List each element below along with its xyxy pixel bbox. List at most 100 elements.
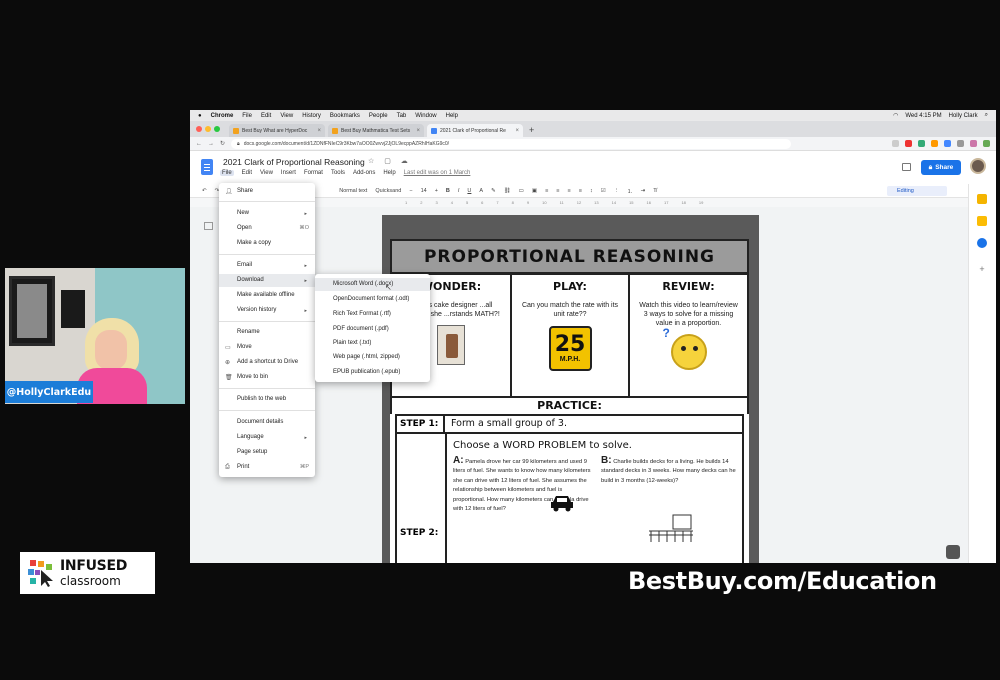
italic-button[interactable]: I [458,188,460,194]
extension-icon[interactable] [944,140,951,147]
keep-icon[interactable] [977,194,987,204]
extension-icon[interactable] [970,140,977,147]
extension-icon[interactable] [983,140,990,147]
outline-icon[interactable] [204,222,213,230]
extension-icon[interactable] [892,140,899,147]
download-pdf[interactable]: PDF document (.pdf) [333,326,389,332]
download-rtf[interactable]: Rich Text Format (.rtf) [333,311,391,317]
comment-icon[interactable] [902,163,911,171]
menu-file[interactable]: File [220,170,234,176]
maximize-window-button[interactable] [214,126,220,132]
menubar-people[interactable]: People [369,113,388,119]
download-odt[interactable]: OpenDocument format (.odt) [333,296,409,302]
share-button[interactable]: 🔒︎ Share [921,160,961,175]
menu-edit[interactable]: Edit [242,170,252,176]
numbered-list-icon[interactable]: ⒈ [627,187,633,195]
file-menu-email[interactable]: Email [237,262,252,268]
docs-logo-icon[interactable] [201,159,213,175]
menubar-view[interactable]: View [280,113,293,119]
menu-help[interactable]: Help [383,170,395,176]
justify-icon[interactable]: ≡ [579,188,582,194]
style-select[interactable]: Normal text [339,188,367,194]
line-spacing-icon[interactable]: ↕ [590,188,593,194]
back-icon[interactable]: ← [196,141,202,147]
menu-tools[interactable]: Tools [331,170,345,176]
align-center-icon[interactable]: ≡ [556,188,559,194]
browser-tab[interactable]: Best Buy Mathmatica Test Sets × [328,124,424,137]
link-icon[interactable]: ⛓ [504,188,511,194]
calendar-icon[interactable] [977,238,987,248]
menubar-tab[interactable]: Tab [397,113,407,119]
text-color-icon[interactable]: A [479,188,483,194]
add-addon-icon[interactable]: + [977,264,987,274]
file-menu-offline[interactable]: Make available offline [237,292,295,298]
font-size-input[interactable]: 14 [421,188,427,194]
new-tab-button[interactable]: + [529,124,534,137]
apple-icon[interactable]: ● [198,113,202,119]
menubar-history[interactable]: History [302,113,321,119]
align-left-icon[interactable]: ≡ [545,188,548,194]
file-menu-share[interactable]: Share [237,188,253,194]
extension-icon[interactable] [931,140,938,147]
explore-icon[interactable] [946,545,960,559]
close-tab-icon[interactable]: × [416,128,420,134]
menubar-user[interactable]: Holly Clark [949,113,978,119]
file-menu-move[interactable]: Move [237,344,252,350]
file-menu-print[interactable]: Print [237,464,249,470]
indent-icon[interactable]: ⇥ [641,188,646,194]
comment-add-icon[interactable]: ▭ [519,188,524,194]
last-edit-link[interactable]: Last edit was on 1 March [404,170,471,176]
font-size-increase[interactable]: + [435,188,438,194]
close-tab-icon[interactable]: × [317,128,321,134]
browser-tab-active[interactable]: 2021 Clark of Proportional Re × [427,124,523,137]
font-size-decrease[interactable]: − [409,188,412,194]
bold-button[interactable]: B [446,188,450,194]
menubar-file[interactable]: File [242,113,252,119]
extension-icon[interactable] [918,140,925,147]
minimize-window-button[interactable] [205,126,211,132]
image-icon[interactable]: ▣ [532,188,537,194]
tasks-icon[interactable] [977,216,987,226]
file-menu-move-to-bin[interactable]: Move to bin [237,374,268,380]
menu-insert[interactable]: Insert [281,170,296,176]
wifi-icon[interactable]: ◠ [893,112,898,119]
clear-format-icon[interactable]: T̸ [653,188,656,194]
file-menu-download[interactable]: Download [219,274,315,287]
menubar-window[interactable]: Window [415,113,436,119]
bullet-list-icon[interactable]: ⋮ [614,188,620,194]
browser-tab[interactable]: Best Buy What are HyperDoc × [229,124,325,137]
file-menu-new[interactable]: New [237,210,249,216]
reload-icon[interactable]: ↻ [220,140,225,147]
align-right-icon[interactable]: ≡ [568,188,571,194]
menubar-bookmarks[interactable]: Bookmarks [330,113,360,119]
avatar[interactable] [970,158,986,174]
menu-view[interactable]: View [260,170,273,176]
file-menu-language[interactable]: Language [237,434,264,440]
undo-icon[interactable]: ↶ [202,188,207,194]
file-menu-details[interactable]: Document details [237,419,283,425]
clock[interactable]: Wed 4:15 PM [905,113,941,119]
file-menu-add-shortcut[interactable]: Add a shortcut to Drive [237,359,298,365]
download-epub[interactable]: EPUB publication (.epub) [333,369,400,375]
highlight-icon[interactable]: ✎ [491,188,496,194]
file-menu-rename[interactable]: Rename [237,329,260,335]
download-html[interactable]: Web page (.html, zipped) [333,354,400,360]
speed-sign-image[interactable]: 25 M.P.H. [548,326,592,371]
editing-mode-select[interactable]: Editing [887,186,947,196]
extension-icon[interactable] [905,140,912,147]
document-title[interactable]: 2021 Clark of Proportional Reasoning [223,157,365,167]
forward-icon[interactable]: → [208,141,214,147]
close-tab-icon[interactable]: × [515,128,519,134]
font-select[interactable]: Quicksand [375,188,401,194]
extension-icon[interactable] [957,140,964,147]
menubar-edit[interactable]: Edit [261,113,271,119]
menubar-help[interactable]: Help [446,113,458,119]
file-menu-version-history[interactable]: Version history [237,307,276,313]
menubar-app[interactable]: Chrome [211,113,234,119]
underline-button[interactable]: U [467,188,471,194]
thinking-emoji-image[interactable] [663,326,707,370]
search-icon[interactable]: ⌕ [985,112,988,119]
file-menu-open[interactable]: Open [237,225,252,231]
download-docx[interactable]: Microsoft Word (.docx) [315,278,430,291]
download-txt[interactable]: Plain text (.txt) [333,340,371,346]
